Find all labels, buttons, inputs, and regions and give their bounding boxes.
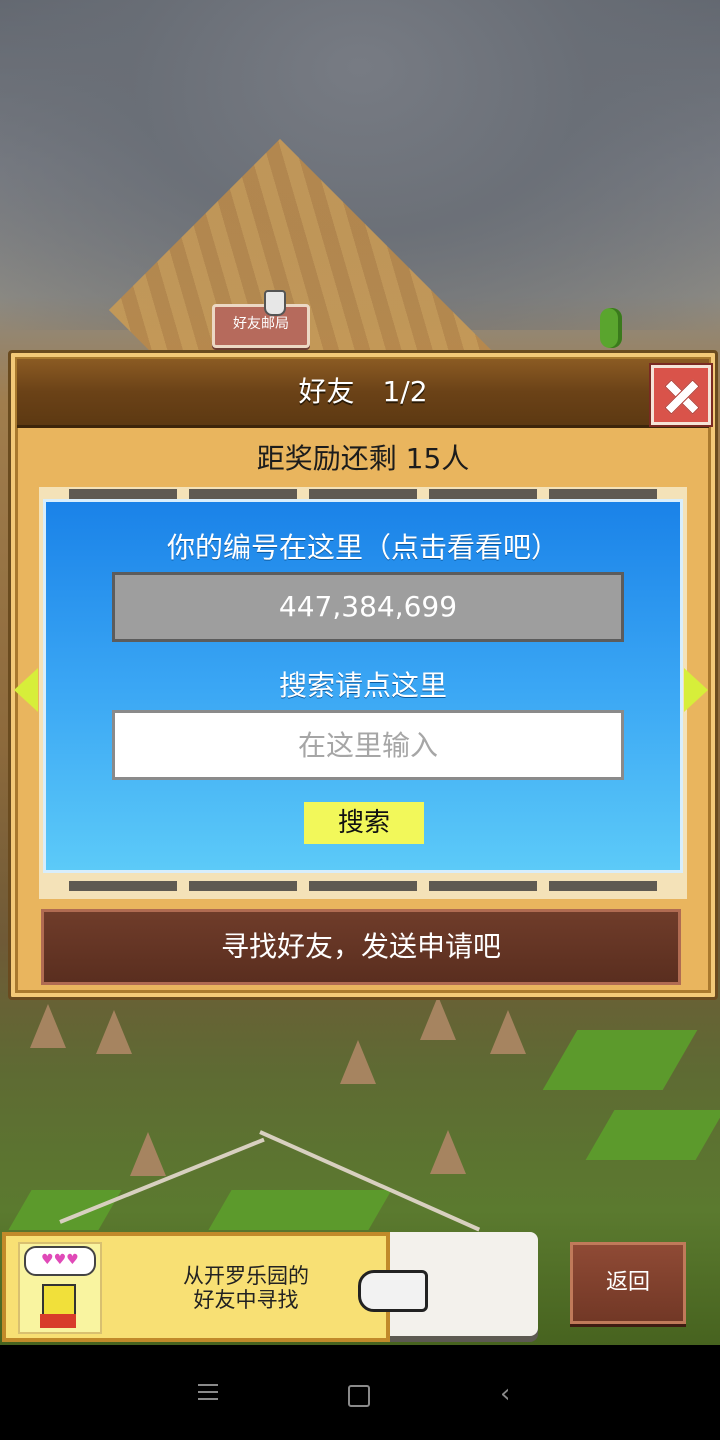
menu-icon[interactable] — [198, 1379, 218, 1405]
back-button[interactable]: 返回 — [570, 1242, 686, 1324]
search-label: 搜索请点这里 — [278, 669, 447, 702]
hearts-icon: ♥♥♥ — [24, 1246, 96, 1276]
banner-text-line2: 好友中寻找 — [193, 1288, 299, 1312]
rock-sprite — [30, 1004, 66, 1048]
system-nav-bar: ‹ — [0, 1345, 720, 1440]
banner-text-line1: 从开罗乐园的 — [183, 1264, 309, 1288]
kairobot-body — [40, 1314, 76, 1328]
find-friends-button[interactable]: 寻找好友，发送申请吧 — [41, 909, 681, 985]
pointer-hand-icon — [264, 290, 286, 316]
grass-patch — [542, 1030, 698, 1090]
friend-post-office-sign[interactable]: 好友邮局 — [212, 304, 310, 348]
close-button[interactable] — [651, 365, 711, 425]
rock-sprite — [130, 1132, 166, 1176]
reward-remaining-text: 距奖励还剩 15人 — [256, 442, 470, 475]
grass-patch — [208, 1190, 392, 1230]
friend-id-panel: 你的编号在这里（点击看看吧） 447,384,699 搜索请点这里 搜索 — [43, 499, 683, 873]
kairo-avatar: ♥♥♥ — [18, 1242, 102, 1334]
search-button[interactable]: 搜索 — [304, 802, 424, 844]
home-icon[interactable] — [348, 1379, 370, 1414]
panel-bottom-notches — [69, 881, 657, 891]
find-from-kairo-banner[interactable]: ♥♥♥ 从开罗乐园的 好友中寻找 — [2, 1232, 390, 1342]
prev-page-arrow-icon[interactable] — [14, 668, 38, 712]
rock-sprite — [96, 1010, 132, 1054]
cactus-sprite — [600, 308, 622, 348]
my-id-box[interactable]: 447,384,699 — [112, 572, 624, 642]
rock-sprite — [430, 1130, 466, 1174]
rock-sprite — [490, 1010, 526, 1054]
dialog-header: 好友 1/2 — [17, 359, 711, 428]
search-input[interactable] — [112, 710, 624, 780]
rock-sprite — [340, 1040, 376, 1084]
friends-dialog: 好友 1/2 距奖励还剩 15人 你的编号在这里（点击看看吧） 447,384,… — [8, 350, 718, 1000]
banner-text: 从开罗乐园的 好友中寻找 — [126, 1264, 366, 1312]
rock-sprite — [420, 996, 456, 1040]
id-label[interactable]: 你的编号在这里（点击看看吧） — [46, 526, 680, 566]
panel-top-notches — [69, 489, 657, 499]
back-chevron-icon[interactable]: ‹ — [500, 1379, 510, 1409]
kairobot-icon — [42, 1284, 76, 1316]
dialog-title: 好友 1/2 — [298, 375, 428, 408]
next-page-arrow-icon[interactable] — [684, 668, 708, 712]
grass-patch — [585, 1110, 720, 1160]
pointing-hand-icon — [358, 1270, 428, 1312]
grass-patch — [8, 1190, 122, 1230]
